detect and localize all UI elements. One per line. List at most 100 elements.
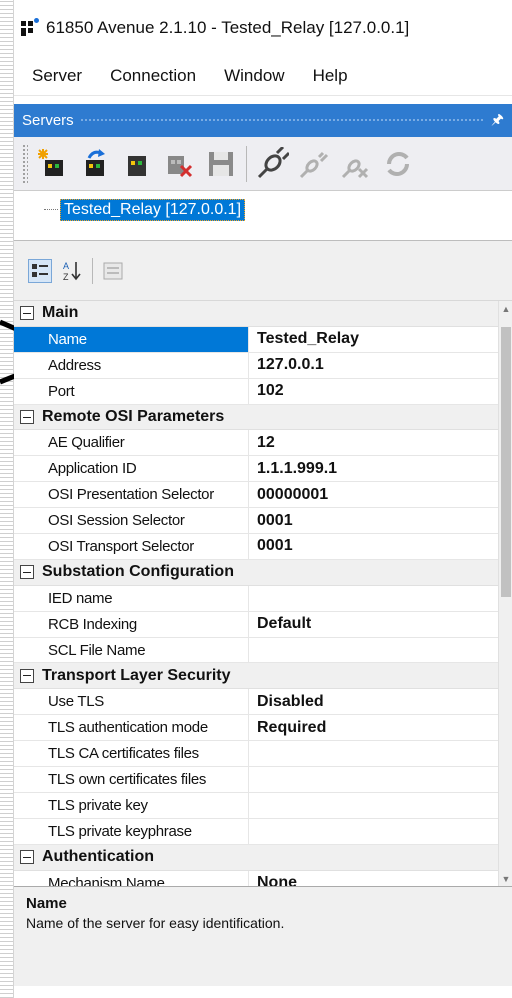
category-row[interactable]: Main [14, 301, 498, 327]
connect-all-icon[interactable] [297, 147, 331, 181]
property-value[interactable]: 102 [249, 382, 284, 400]
property-row[interactable]: Use TLS Disabled [14, 689, 498, 716]
property-name[interactable]: Address [14, 352, 249, 378]
toolbar-grip[interactable] [22, 143, 28, 184]
property-row[interactable]: TLS private key [14, 792, 498, 819]
title-bar: 61850 Avenue 2.1.10 - Tested_Relay [127.… [14, 0, 512, 56]
refresh-icon[interactable] [381, 147, 415, 181]
svg-text:Z: Z [63, 272, 69, 282]
property-row[interactable]: AE Qualifier 12 [14, 430, 498, 457]
property-row[interactable]: OSI Presentation Selector 00000001 [14, 482, 498, 509]
property-value[interactable]: 1.1.1.999.1 [249, 460, 337, 478]
description-panel: Name Name of the server for easy identif… [14, 887, 512, 986]
property-name[interactable]: Name [14, 326, 249, 352]
property-name[interactable]: OSI Session Selector [14, 508, 249, 534]
category-row[interactable]: Substation Configuration [14, 559, 498, 586]
menu-help[interactable]: Help [299, 62, 362, 90]
property-name[interactable]: TLS private key [14, 792, 249, 818]
collapse-icon[interactable] [20, 565, 34, 580]
menu-window[interactable]: Window [210, 62, 298, 90]
vertical-scrollbar[interactable]: ▲ ▼ [498, 301, 512, 886]
menu-server[interactable]: Server [18, 62, 96, 90]
property-name[interactable]: OSI Presentation Selector [14, 482, 249, 508]
server-tree: Tested_Relay [127.0.0.1] [14, 191, 512, 241]
collapse-icon[interactable] [20, 410, 34, 424]
property-value[interactable]: Required [249, 719, 326, 737]
edit-server-icon[interactable] [78, 147, 112, 181]
property-row[interactable]: OSI Transport Selector 0001 [14, 534, 498, 560]
property-row[interactable]: TLS own certificates files [14, 767, 498, 793]
category-row[interactable]: Authentication [14, 844, 498, 871]
property-grid: Main Name Tested_Relay Address 127.0.0.1 Port… [14, 301, 512, 887]
scroll-down-icon[interactable]: ▼ [499, 871, 512, 886]
category-row[interactable]: Remote OSI Parameters [14, 404, 498, 431]
new-server-icon[interactable] [36, 147, 70, 181]
save-icon[interactable] [204, 147, 238, 181]
panel-grip [79, 118, 486, 123]
servers-toolbar [14, 137, 512, 191]
description-title: Name [26, 895, 67, 912]
pin-icon[interactable]: 🖈 [491, 109, 504, 133]
property-name[interactable]: TLS authentication mode [14, 715, 249, 741]
property-name[interactable]: TLS private keyphrase [14, 818, 249, 844]
property-row[interactable]: RCB Indexing Default [14, 611, 498, 638]
property-name[interactable]: RCB Indexing [14, 611, 249, 637]
toolbar-separator [246, 145, 247, 182]
property-row[interactable]: TLS private keyphrase [14, 818, 498, 845]
tree-node-server[interactable]: Tested_Relay [127.0.0.1] [60, 199, 246, 221]
property-value[interactable]: 0001 [249, 512, 293, 530]
property-name[interactable]: IED name [14, 585, 249, 611]
menu-connection[interactable]: Connection [96, 62, 210, 90]
category-label: Transport Layer Security [42, 666, 231, 684]
property-row[interactable]: Mechanism Name None [14, 870, 498, 886]
app-icon [19, 18, 39, 38]
property-name[interactable]: Use TLS [14, 689, 249, 715]
scroll-thumb[interactable] [501, 327, 511, 597]
categorized-icon[interactable] [28, 258, 52, 283]
property-row[interactable]: Address 127.0.0.1 [14, 352, 498, 379]
edit-properties-icon[interactable] [120, 147, 154, 181]
category-row[interactable]: Transport Layer Security [14, 663, 498, 690]
collapse-icon[interactable] [20, 850, 34, 865]
scroll-up-icon[interactable]: ▲ [499, 301, 512, 317]
property-value[interactable]: None [249, 874, 297, 886]
property-name[interactable]: AE Qualifier [14, 430, 249, 456]
property-name[interactable]: Application ID [14, 456, 249, 482]
property-row[interactable]: IED name [14, 585, 498, 612]
property-row[interactable]: TLS authentication mode Required [14, 715, 498, 742]
property-pages-icon[interactable] [101, 259, 125, 283]
property-row[interactable]: Name Tested_Relay [14, 326, 498, 353]
property-grid-toolbar: A Z [14, 241, 512, 301]
description-text: Name of the server for easy identificati… [26, 915, 285, 931]
property-value[interactable]: Default [249, 615, 311, 633]
connect-icon[interactable] [255, 146, 289, 181]
background-window-edge [0, 0, 14, 998]
property-row[interactable]: TLS CA certificates files [14, 741, 498, 768]
property-name[interactable]: TLS CA certificates files [14, 741, 249, 767]
sort-alphabetical-icon[interactable]: A Z [60, 259, 84, 283]
property-value[interactable]: 00000001 [249, 486, 328, 504]
property-row[interactable]: Application ID 1.1.1.999.1 [14, 456, 498, 483]
property-row[interactable]: OSI Session Selector 0001 [14, 508, 498, 535]
collapse-icon[interactable] [20, 306, 34, 321]
property-value[interactable]: 127.0.0.1 [249, 356, 324, 374]
property-row[interactable]: Port 102 [14, 378, 498, 405]
collapse-icon[interactable] [20, 668, 34, 683]
property-name[interactable]: SCL File Name [14, 637, 249, 663]
category-label: Authentication [42, 848, 154, 866]
disconnect-icon[interactable] [339, 147, 373, 181]
property-value[interactable]: 0001 [249, 537, 293, 555]
property-name[interactable]: OSI Transport Selector [14, 534, 249, 559]
property-value[interactable]: Tested_Relay [249, 330, 359, 348]
svg-text:A: A [63, 261, 69, 271]
property-row[interactable]: SCL File Name [14, 637, 498, 664]
property-value[interactable]: Disabled [249, 693, 324, 711]
property-name[interactable]: Mechanism Name [14, 870, 249, 886]
property-value[interactable]: 12 [249, 434, 275, 452]
property-name[interactable]: Port [14, 378, 249, 404]
window-title: 61850 Avenue 2.1.10 - Tested_Relay [127.… [46, 18, 410, 37]
category-label: Main [42, 304, 79, 322]
tree-connector [44, 209, 58, 210]
delete-server-icon[interactable] [162, 147, 196, 181]
property-name[interactable]: TLS own certificates files [14, 767, 249, 792]
